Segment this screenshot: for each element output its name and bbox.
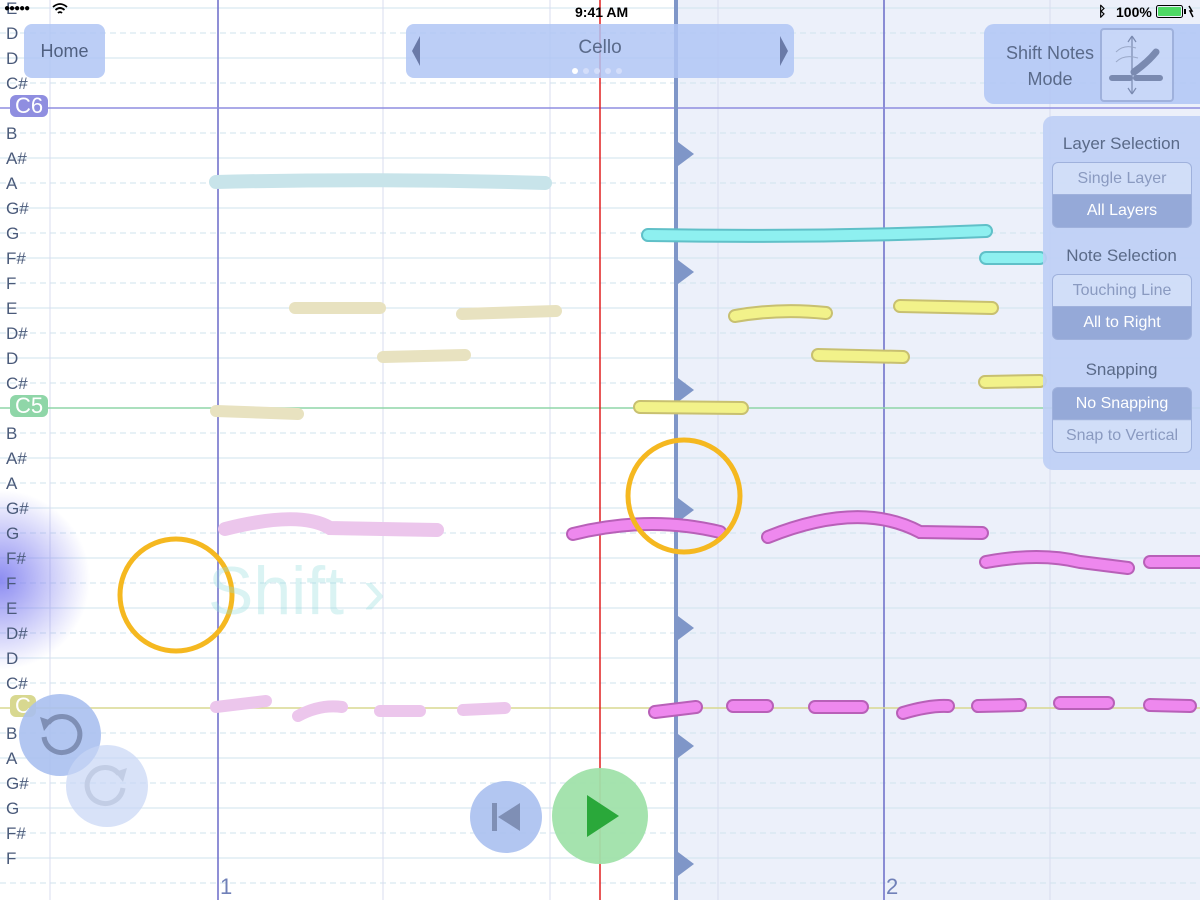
pitch-label: A# bbox=[6, 149, 27, 168]
page-dots bbox=[572, 68, 622, 74]
pitch-label: F# bbox=[6, 549, 26, 568]
no-snapping-option[interactable]: No Snapping bbox=[1052, 387, 1192, 421]
bluetooth-icon: ᛒ bbox=[1098, 3, 1107, 19]
pitch-label: C# bbox=[6, 674, 28, 693]
pitch-label: F bbox=[6, 274, 17, 293]
note bbox=[568, 518, 725, 539]
single-layer-option[interactable]: Single Layer bbox=[1052, 162, 1192, 196]
note bbox=[635, 402, 747, 413]
note bbox=[210, 695, 272, 713]
note bbox=[210, 405, 304, 420]
note bbox=[973, 700, 1025, 711]
pitch-label: A# bbox=[6, 449, 27, 468]
pitch-label: G bbox=[6, 524, 20, 543]
layer-selection-title: Layer Selection bbox=[1062, 134, 1181, 153]
note bbox=[650, 702, 701, 717]
selection-panel: Layer Selection Single Layer All Layers … bbox=[1043, 116, 1200, 470]
note bbox=[1145, 700, 1195, 711]
pitch-label: C5 bbox=[10, 395, 49, 417]
signal-icon: ●●●●● bbox=[4, 3, 30, 14]
pitch-label: F# bbox=[6, 824, 26, 843]
pitch-label: A bbox=[6, 474, 18, 493]
pitch-label: G# bbox=[6, 199, 29, 218]
pitch-label: E bbox=[6, 599, 18, 618]
measure-number-1: 1 bbox=[220, 874, 233, 899]
pitch-label: B bbox=[6, 124, 18, 143]
note bbox=[456, 305, 562, 320]
snapping-title: Snapping bbox=[1085, 360, 1158, 379]
pitch-label: G bbox=[6, 224, 20, 243]
pitch-label: G# bbox=[6, 499, 29, 518]
note bbox=[730, 306, 831, 321]
pitch-label: F bbox=[6, 849, 17, 868]
note-grid[interactable] bbox=[0, 0, 1200, 900]
note bbox=[643, 226, 991, 241]
pitch-label: D# bbox=[6, 624, 28, 643]
shift-mode-label-2: Mode bbox=[1027, 69, 1073, 89]
instrument-selector[interactable]: Cello bbox=[406, 24, 794, 78]
pitch-label: C6 bbox=[10, 95, 49, 117]
shift-mode-label-1: Shift Notes bbox=[1005, 43, 1095, 63]
note bbox=[813, 350, 908, 362]
clock: 9:41 AM bbox=[575, 4, 629, 20]
pitch-label: F bbox=[6, 574, 17, 593]
snap-to-vertical-option[interactable]: Snap to Vertical bbox=[1052, 419, 1192, 453]
redo-button[interactable] bbox=[66, 745, 148, 827]
note-selection-title: Note Selection bbox=[1066, 246, 1177, 265]
pitch-label: D# bbox=[6, 324, 28, 343]
rewind-button[interactable] bbox=[470, 781, 542, 853]
all-layers-option[interactable]: All Layers bbox=[1052, 194, 1192, 228]
play-icon bbox=[587, 795, 619, 837]
shift-gesture-hint: Shift › bbox=[208, 553, 386, 629]
measure-number-2: 2 bbox=[886, 874, 899, 899]
home-button[interactable]: Home bbox=[24, 24, 105, 78]
touching-line-option[interactable]: Touching Line bbox=[1052, 274, 1192, 308]
pitch-label: D bbox=[6, 349, 19, 368]
note bbox=[292, 700, 348, 722]
wifi-icon bbox=[52, 2, 68, 19]
battery-icon bbox=[1156, 5, 1196, 22]
pitch-label: B bbox=[6, 424, 18, 443]
redo-icon bbox=[84, 765, 127, 806]
instrument-name: Cello bbox=[578, 37, 622, 58]
shift-notes-mode-button[interactable]: Shift Notes Mode bbox=[984, 24, 1200, 104]
note bbox=[218, 512, 444, 537]
skip-back-icon bbox=[492, 803, 520, 831]
pitch-label: D bbox=[6, 649, 19, 668]
note bbox=[209, 173, 552, 190]
play-button[interactable] bbox=[552, 768, 648, 864]
note bbox=[377, 349, 471, 363]
pitch-label: A bbox=[6, 174, 18, 193]
battery-percent: 100% bbox=[1116, 4, 1152, 20]
note bbox=[895, 301, 997, 313]
note bbox=[980, 376, 1045, 387]
status-bar: ●●●●● 9:41 AM ᛒ 100% bbox=[0, 0, 1200, 24]
next-instrument-icon[interactable] bbox=[780, 36, 788, 66]
prev-instrument-icon[interactable] bbox=[412, 36, 420, 66]
piano-roll-canvas[interactable]: E D D C# C6 B A# A G# G F# F E D# D C# C5 B A# A G# G F# F E D# D C… bbox=[0, 0, 1200, 900]
shift-notes-icon[interactable] bbox=[1100, 28, 1174, 102]
pitch-label: C# bbox=[6, 374, 28, 393]
all-to-right-option[interactable]: All to Right bbox=[1052, 306, 1192, 340]
pitch-label: E bbox=[6, 299, 18, 318]
pitch-label: G# bbox=[6, 774, 29, 793]
pitch-label: F# bbox=[6, 249, 26, 268]
note bbox=[457, 702, 511, 716]
pitch-label: G bbox=[6, 799, 20, 818]
